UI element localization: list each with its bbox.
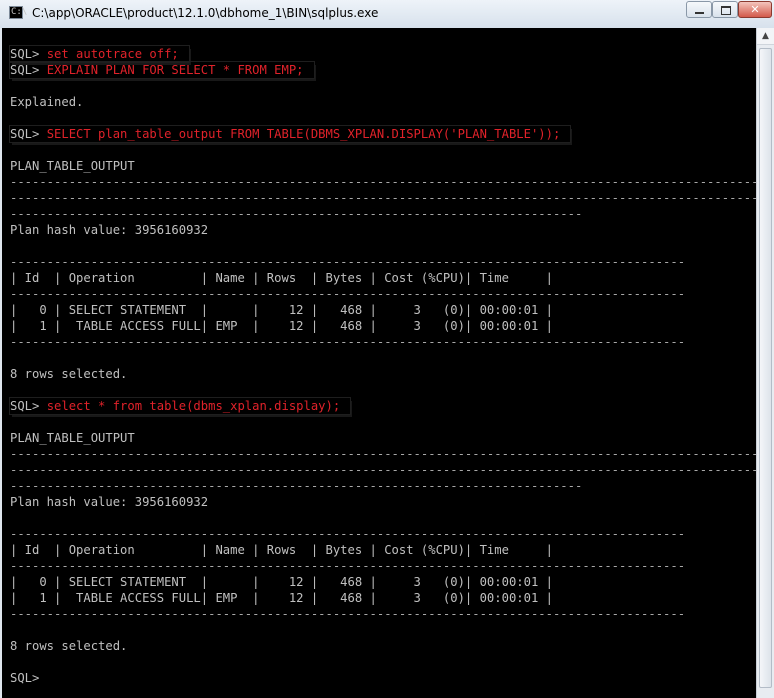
separator-line: ----------------------------------------… xyxy=(10,479,583,493)
separator-line: ----------------------------------------… xyxy=(10,463,756,477)
output-line: | 0 | SELECT STATEMENT | | 12 | 468 | 3 … xyxy=(10,575,553,589)
sql-prompt: SQL> xyxy=(10,63,47,77)
separator-line: ----------------------------------------… xyxy=(10,287,686,301)
command-highlight-box: SQL> SELECT plan_table_output FROM TABLE… xyxy=(8,125,572,143)
close-icon: ✕ xyxy=(750,3,760,16)
output-line: 8 rows selected. xyxy=(10,639,128,653)
scroll-thumb[interactable] xyxy=(759,48,772,688)
console-text-area: SQL> set autotrace off; SQL> EXPLAIN PLAN… xyxy=(8,45,756,686)
vertical-scrollbar[interactable]: ▲ xyxy=(756,28,774,698)
sql-command: SELECT plan_table_output FROM TABLE(DBMS… xyxy=(46,127,561,141)
command-highlight-box: SQL> select * from table(dbms_xplan.disp… xyxy=(8,397,352,415)
output-line: Plan hash value: 3956160932 xyxy=(10,495,209,509)
output-line: PLAN_TABLE_OUTPUT xyxy=(10,159,135,173)
sql-prompt-line: SQL> EXPLAIN PLAN FOR SELECT * FROM EMP; xyxy=(9,61,756,79)
command-highlight-box: SQL> xyxy=(10,671,47,685)
console-output[interactable]: SQL> set autotrace off; SQL> EXPLAIN PLAN… xyxy=(2,28,756,698)
separator-line: ----------------------------------------… xyxy=(10,607,686,621)
sql-prompt: SQL> xyxy=(10,399,47,413)
sql-prompt-line: SQL> xyxy=(10,670,756,686)
sql-command: select * from table(dbms_xplan.display); xyxy=(46,399,341,413)
sql-command: EXPLAIN PLAN FOR SELECT * FROM EMP; xyxy=(46,63,304,77)
scroll-up-arrow-icon[interactable]: ▲ xyxy=(757,28,774,45)
close-button[interactable]: ✕ xyxy=(738,1,772,18)
sql-prompt: SQL> xyxy=(10,671,47,685)
separator-line: ----------------------------------------… xyxy=(10,447,756,461)
maximize-button[interactable] xyxy=(712,1,738,18)
output-line: 8 rows selected. xyxy=(10,367,128,381)
output-line: | 1 | TABLE ACCESS FULL| EMP | 12 | 468 … xyxy=(10,319,553,333)
output-line: PLAN_TABLE_OUTPUT xyxy=(10,431,135,445)
sql-prompt-line: SQL> select * from table(dbms_xplan.disp… xyxy=(8,397,756,415)
command-highlight-box: SQL> EXPLAIN PLAN FOR SELECT * FROM EMP; xyxy=(9,61,315,79)
window-title: C:\app\ORACLE\product\12.1.0\dbhome_1\BI… xyxy=(32,6,379,20)
sql-prompt-line: SQL> set autotrace off; xyxy=(9,45,756,63)
output-line: | 1 | TABLE ACCESS FULL| EMP | 12 | 468 … xyxy=(10,591,553,605)
minimize-button[interactable] xyxy=(686,1,712,18)
separator-line: ----------------------------------------… xyxy=(10,191,756,205)
output-line: | Id | Operation | Name | Rows | Bytes |… xyxy=(10,271,553,285)
separator-line: ----------------------------------------… xyxy=(10,207,583,221)
separator-line: ----------------------------------------… xyxy=(10,527,686,541)
sql-command: set autotrace off; xyxy=(46,47,179,61)
output-line: Plan hash value: 3956160932 xyxy=(10,223,209,237)
sql-prompt-line: SQL> SELECT plan_table_output FROM TABLE… xyxy=(8,125,756,143)
output-line: | 0 | SELECT STATEMENT | | 12 | 468 | 3 … xyxy=(10,303,553,317)
title-bar[interactable]: C:\ C:\app\ORACLE\product\12.1.0\dbhome_… xyxy=(0,0,774,28)
separator-line: ----------------------------------------… xyxy=(10,255,686,269)
output-line: Explained. xyxy=(10,95,84,109)
sql-prompt: SQL> xyxy=(10,47,47,61)
console-app-icon: C:\ xyxy=(9,6,28,19)
separator-line: ----------------------------------------… xyxy=(10,559,686,573)
command-highlight-box: SQL> set autotrace off; xyxy=(9,45,190,63)
separator-line: ----------------------------------------… xyxy=(10,175,756,189)
output-line: | Id | Operation | Name | Rows | Bytes |… xyxy=(10,543,553,557)
separator-line: ----------------------------------------… xyxy=(10,335,686,349)
sql-prompt: SQL> xyxy=(10,127,47,141)
